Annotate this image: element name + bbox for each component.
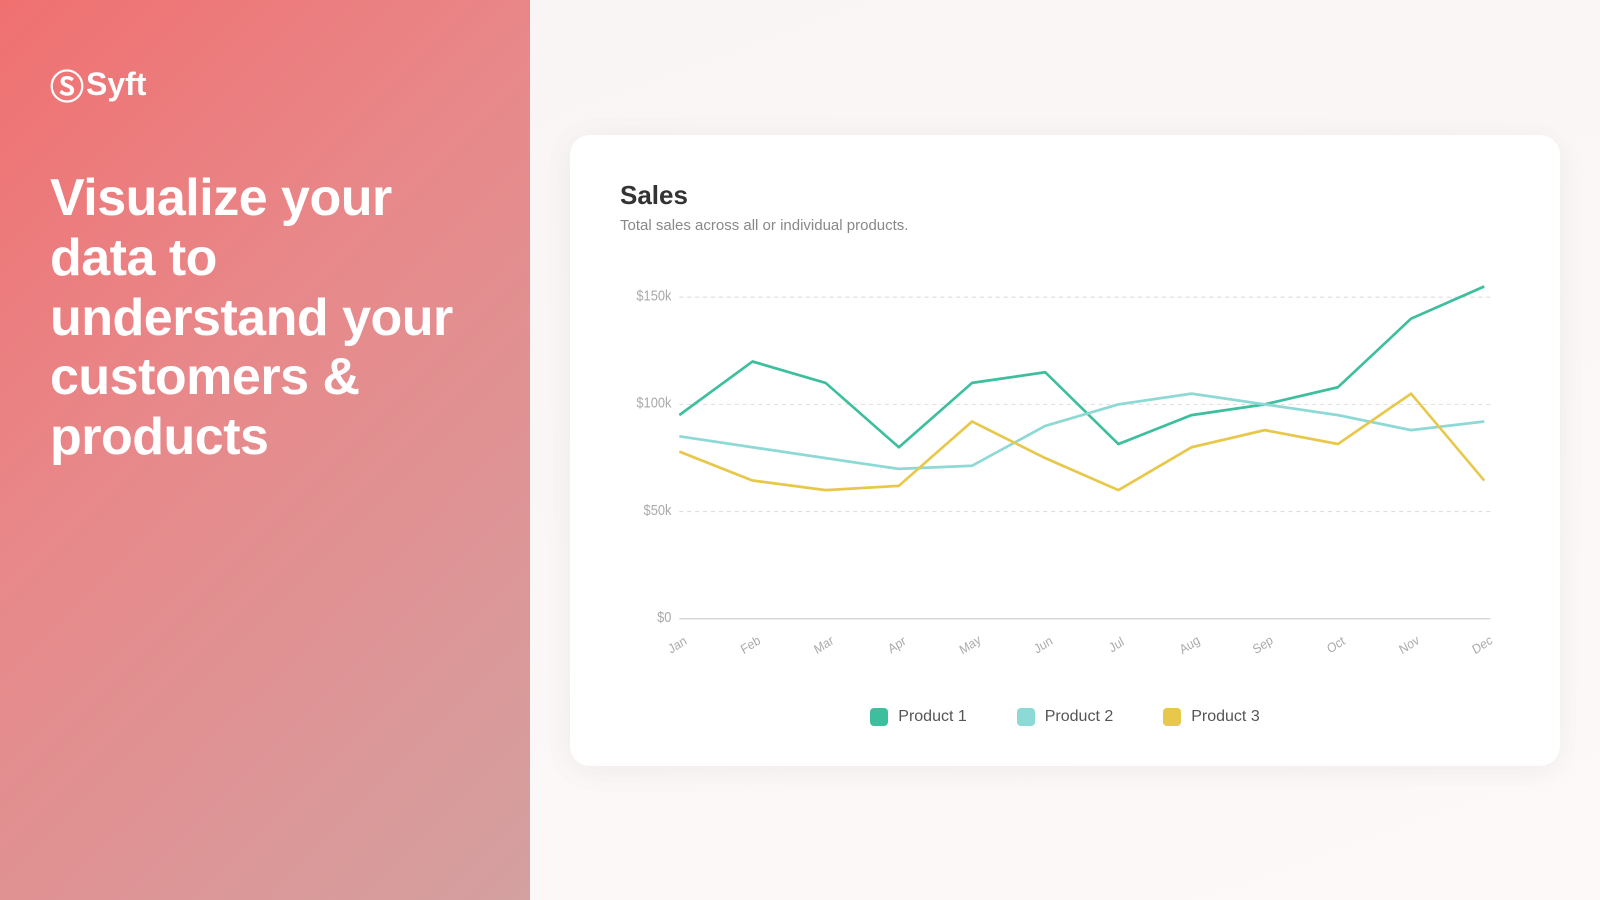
svg-text:$150k: $150k xyxy=(636,287,671,303)
logo-text: Syft xyxy=(86,66,146,103)
svg-text:Oct: Oct xyxy=(1325,633,1348,656)
svg-text:Nov: Nov xyxy=(1397,632,1422,657)
legend-item-product1: Product 1 xyxy=(870,708,966,726)
legend-swatch-product1 xyxy=(870,708,888,726)
chart-svg: $150k $100k $50k $0 Jan Feb Mar Apr May … xyxy=(620,264,1510,684)
chart-area: $150k $100k $50k $0 Jan Feb Mar Apr May … xyxy=(620,264,1510,684)
chart-subtitle: Total sales across all or individual pro… xyxy=(620,217,1510,234)
legend: Product 1 Product 2 Product 3 xyxy=(620,708,1510,726)
product2-line xyxy=(679,393,1484,468)
chart-title: Sales xyxy=(620,180,1510,211)
legend-label-product2: Product 2 xyxy=(1045,708,1113,726)
svg-text:Dec: Dec xyxy=(1470,632,1495,657)
svg-text:May: May xyxy=(957,631,984,657)
svg-text:$0: $0 xyxy=(657,609,672,625)
svg-text:Jan: Jan xyxy=(666,633,689,656)
product1-line xyxy=(679,286,1484,447)
legend-label-product3: Product 3 xyxy=(1191,708,1259,726)
legend-item-product2: Product 2 xyxy=(1017,708,1113,726)
svg-text:$100k: $100k xyxy=(636,395,671,411)
chart-card: Sales Total sales across all or individu… xyxy=(570,135,1560,766)
legend-swatch-product3 xyxy=(1163,708,1181,726)
left-panel: Ⓢ Syft Visualize your data to understand… xyxy=(0,0,530,900)
svg-text:Feb: Feb xyxy=(738,632,762,656)
tagline: Visualize your data to understand your c… xyxy=(50,169,480,468)
logo: Ⓢ Syft xyxy=(50,60,480,109)
svg-text:Jun: Jun xyxy=(1032,633,1055,656)
svg-text:$50k: $50k xyxy=(644,502,672,518)
svg-text:Sep: Sep xyxy=(1250,632,1275,657)
svg-text:Jul: Jul xyxy=(1107,634,1127,655)
legend-label-product1: Product 1 xyxy=(898,708,966,726)
legend-item-product3: Product 3 xyxy=(1163,708,1259,726)
logo-icon: Ⓢ xyxy=(50,60,84,109)
svg-text:Apr: Apr xyxy=(886,633,909,656)
svg-text:Mar: Mar xyxy=(812,632,836,656)
legend-swatch-product2 xyxy=(1017,708,1035,726)
right-panel: Sales Total sales across all or individu… xyxy=(530,0,1600,900)
svg-text:Aug: Aug xyxy=(1177,632,1202,657)
